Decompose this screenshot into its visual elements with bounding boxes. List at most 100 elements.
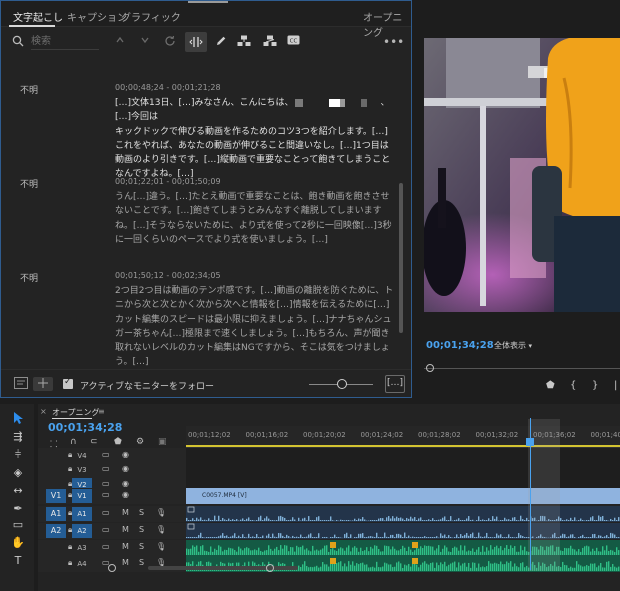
split-segment-button[interactable] <box>185 32 207 52</box>
lock-icon[interactable]: 🔒︎ <box>68 542 72 552</box>
sync-icon[interactable] <box>33 377 53 391</box>
track-select-tool-icon[interactable]: ⇶ <box>11 430 25 444</box>
track-target[interactable]: A4 <box>72 557 92 571</box>
eye-icon[interactable]: ◉ <box>122 464 129 473</box>
solo-button[interactable]: S <box>139 542 144 551</box>
lock-icon[interactable]: 🔒︎ <box>68 508 72 518</box>
hand-tool-icon[interactable]: ✋ <box>11 536 25 550</box>
type-tool-icon[interactable]: T <box>11 554 25 568</box>
split-speaker-icon[interactable] <box>263 35 277 49</box>
track-target[interactable]: V4 <box>72 449 92 463</box>
microphone-icon[interactable]: 🎙︎ <box>156 525 166 534</box>
eye-icon[interactable]: ◉ <box>122 479 129 488</box>
timeline-timecode[interactable]: 00;01;34;28 <box>48 421 122 434</box>
more-options-icon[interactable]: ••• <box>383 35 404 49</box>
program-timecode[interactable]: 00;01;34;28 <box>426 340 494 351</box>
speaker-label[interactable]: 不明 <box>20 177 38 190</box>
scroll-start-handle[interactable] <box>108 564 116 572</box>
zoom-slider-handle[interactable] <box>337 379 347 389</box>
ripple-edit-tool-icon[interactable]: ⫩ <box>11 448 25 462</box>
add-marker-icon[interactable]: ⬟ <box>114 437 122 447</box>
tab-graphics[interactable]: グラフィック <box>121 9 181 24</box>
search-input[interactable] <box>31 34 99 50</box>
program-scrub-handle[interactable] <box>426 364 434 372</box>
go-to-in-icon[interactable]: | <box>614 380 617 391</box>
microphone-icon[interactable]: 🎙︎ <box>156 508 166 517</box>
marker-icon[interactable]: ⬟ <box>546 380 555 391</box>
track-target[interactable]: A3 <box>72 541 92 555</box>
sync-lock-icon[interactable]: ▭ <box>102 450 110 459</box>
lock-icon[interactable]: 🔒︎ <box>68 464 72 474</box>
source-patch[interactable]: A1 <box>46 507 66 521</box>
microphone-icon[interactable]: 🎙︎ <box>156 542 166 551</box>
merge-speaker-icon[interactable] <box>237 35 251 49</box>
mute-button[interactable]: M <box>122 558 129 567</box>
close-icon[interactable]: × <box>40 407 47 416</box>
tab-captions[interactable]: キャプション <box>67 9 127 24</box>
transcript-segment[interactable]: 不明 00;01;22;01 - 00;01;50;09 うん[…]違う。[…]… <box>1 151 405 245</box>
lock-icon[interactable]: 🔒︎ <box>68 558 72 568</box>
rectangle-tool-icon[interactable]: ▭ <box>11 518 25 532</box>
slip-tool-icon[interactable]: ↔ <box>11 484 25 498</box>
refresh-icon[interactable] <box>163 35 177 49</box>
solo-button[interactable]: S <box>139 525 144 534</box>
scroll-end-handle[interactable] <box>266 564 274 572</box>
tab-transcript[interactable]: 文字起こし <box>13 9 63 24</box>
track-header: A3 🔒︎ ▭ M S 🎙︎ <box>38 540 186 556</box>
sync-lock-icon[interactable]: ▭ <box>102 479 110 488</box>
linked-selection-icon[interactable]: ⊂ <box>90 437 98 447</box>
sync-lock-icon[interactable]: ▭ <box>102 542 110 551</box>
mute-button[interactable]: M <box>122 525 129 534</box>
active-tab-underline <box>9 25 55 27</box>
transcript-segment[interactable]: 不明 00;01;50;12 - 00;02;34;05 2つ目2つ目は動画のテ… <box>1 245 405 369</box>
razor-tool-icon[interactable]: ◈ <box>11 466 25 480</box>
caption-track-icon[interactable] <box>13 377 29 391</box>
mute-button[interactable]: M <box>122 508 129 517</box>
transcript-segment[interactable]: 不明 00;00;48;24 - 00;01;21;28 […]文体13日、[…… <box>1 57 405 179</box>
timeline-sequence-tab[interactable]: オープニング <box>52 407 100 418</box>
track-target[interactable]: A1 <box>72 507 92 521</box>
track-header: V3 🔒︎ ▭ ◉ <box>38 462 186 478</box>
mark-in-icon[interactable]: { <box>570 380 576 391</box>
source-patch[interactable]: V1 <box>46 489 66 503</box>
sync-lock-icon[interactable]: ▭ <box>102 490 110 499</box>
track-target[interactable]: V3 <box>72 463 92 477</box>
sync-lock-icon[interactable]: ▭ <box>102 508 110 517</box>
timeline-horizontal-scrollbar[interactable] <box>148 566 298 570</box>
lock-icon[interactable]: 🔒︎ <box>68 490 72 500</box>
captions-toggle-icon[interactable]: ▣ <box>158 437 167 447</box>
speaker-label[interactable]: 不明 <box>20 271 38 284</box>
sync-lock-icon[interactable]: ▭ <box>102 464 110 473</box>
selection-tool-icon[interactable] <box>11 412 25 426</box>
redaction-block <box>328 98 340 107</box>
lock-icon[interactable]: 🔒︎ <box>68 525 72 535</box>
follow-monitor-checkbox[interactable] <box>63 377 73 389</box>
insert-ellipsis-button[interactable]: […] <box>385 375 405 393</box>
solo-button[interactable]: S <box>139 508 144 517</box>
solo-button[interactable]: S <box>139 558 144 567</box>
track-target[interactable]: A2 <box>72 524 92 538</box>
mark-out-icon[interactable]: } <box>592 380 598 391</box>
pencil-icon[interactable] <box>214 35 228 49</box>
hamburger-menu-icon[interactable]: ≡ <box>98 407 105 416</box>
wrench-icon[interactable]: ⚙ <box>136 437 144 447</box>
lock-icon[interactable]: 🔒︎ <box>68 450 72 460</box>
closed-captions-icon[interactable]: CC <box>286 35 300 49</box>
mute-button[interactable]: M <box>122 542 129 551</box>
sync-lock-icon[interactable]: ▭ <box>102 525 110 534</box>
program-scrub-bar[interactable] <box>424 368 620 369</box>
playhead-handle[interactable] <box>526 438 534 446</box>
chevron-down-icon[interactable] <box>138 35 152 49</box>
eye-icon[interactable]: ◉ <box>122 490 129 499</box>
eye-icon[interactable]: ◉ <box>122 450 129 459</box>
segment-text[interactable]: うん[…]違う。[…]たとえ動画で重要なことは、飽き動画を飽きさせないことです。… <box>115 190 395 247</box>
zoom-fit-dropdown[interactable]: 全体表示 ▾ <box>494 340 546 352</box>
segment-text[interactable]: 2つ目2つ目は動画のテンポ感です。[…]動画の離脱を防ぐために、トニから次と次と… <box>115 284 395 369</box>
chevron-up-icon[interactable] <box>113 35 127 49</box>
transcript-scrollbar[interactable] <box>399 183 403 333</box>
snap-icon[interactable]: ∩ <box>70 437 77 447</box>
pen-tool-icon[interactable]: ✒ <box>11 502 25 516</box>
speaker-label[interactable]: 不明 <box>20 83 38 96</box>
source-patch[interactable]: A2 <box>46 524 66 538</box>
track-target[interactable]: V1 <box>72 489 92 503</box>
